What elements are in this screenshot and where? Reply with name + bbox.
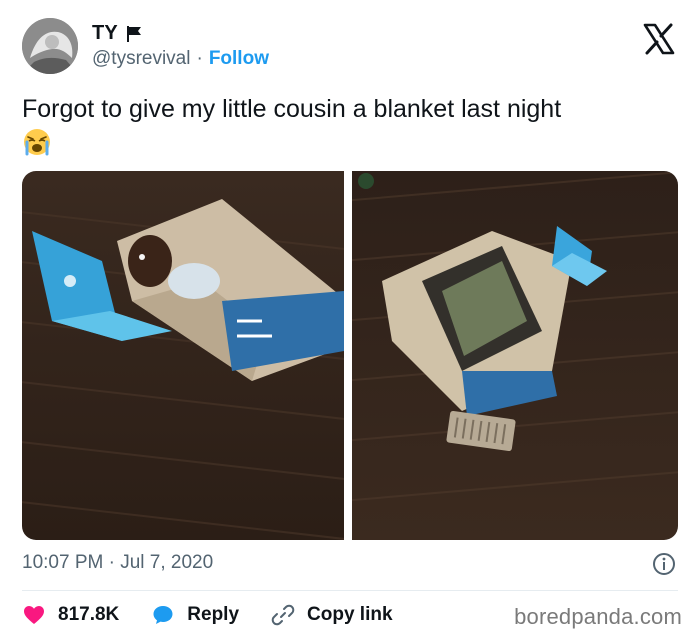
heart-icon xyxy=(24,606,44,624)
photo-box-and-laptop[interactable] xyxy=(352,171,678,540)
copy-link-button[interactable]: Copy link xyxy=(271,603,393,627)
info-icon[interactable] xyxy=(652,552,676,576)
divider xyxy=(22,590,678,591)
photo-child-in-box[interactable] xyxy=(22,171,344,540)
tweet-text-block: Forgot to give my little cousin a blanke… xyxy=(22,92,682,160)
user-handle[interactable]: @tysrevival xyxy=(92,48,190,70)
reply-bubble-icon xyxy=(153,606,173,624)
watermark: boredpanda.com xyxy=(514,604,682,629)
like-count: 817.8K xyxy=(58,604,120,625)
timestamp-text[interactable]: 10:07 PM · Jul 7, 2020 xyxy=(22,552,213,574)
loudly-crying-face-icon xyxy=(24,129,50,156)
display-name[interactable]: TY xyxy=(92,22,118,45)
handle-row: @tysrevival · Follow xyxy=(92,48,269,70)
reply-label: Reply xyxy=(187,604,240,625)
tweet-text: Forgot to give my little cousin a blanke… xyxy=(22,95,562,123)
x-logo-icon[interactable] xyxy=(642,22,676,56)
timestamp[interactable]: 10:07 PM · Jul 7, 2020 xyxy=(22,552,213,574)
follow-button[interactable]: Follow xyxy=(209,48,269,70)
avatar[interactable] xyxy=(22,18,78,74)
flag-icon xyxy=(126,25,141,42)
link-icon xyxy=(271,604,295,626)
name-row: TY xyxy=(92,22,142,45)
separator-dot: · xyxy=(196,48,203,69)
reply-button[interactable]: Reply xyxy=(151,603,239,627)
copy-link-label: Copy link xyxy=(307,604,393,625)
like-button[interactable]: 817.8K xyxy=(22,603,119,627)
tweet-card: TY @tysrevival · Follow Forgot to give m… xyxy=(0,0,700,642)
action-bar: 817.8K Reply Copy link xyxy=(22,603,393,627)
